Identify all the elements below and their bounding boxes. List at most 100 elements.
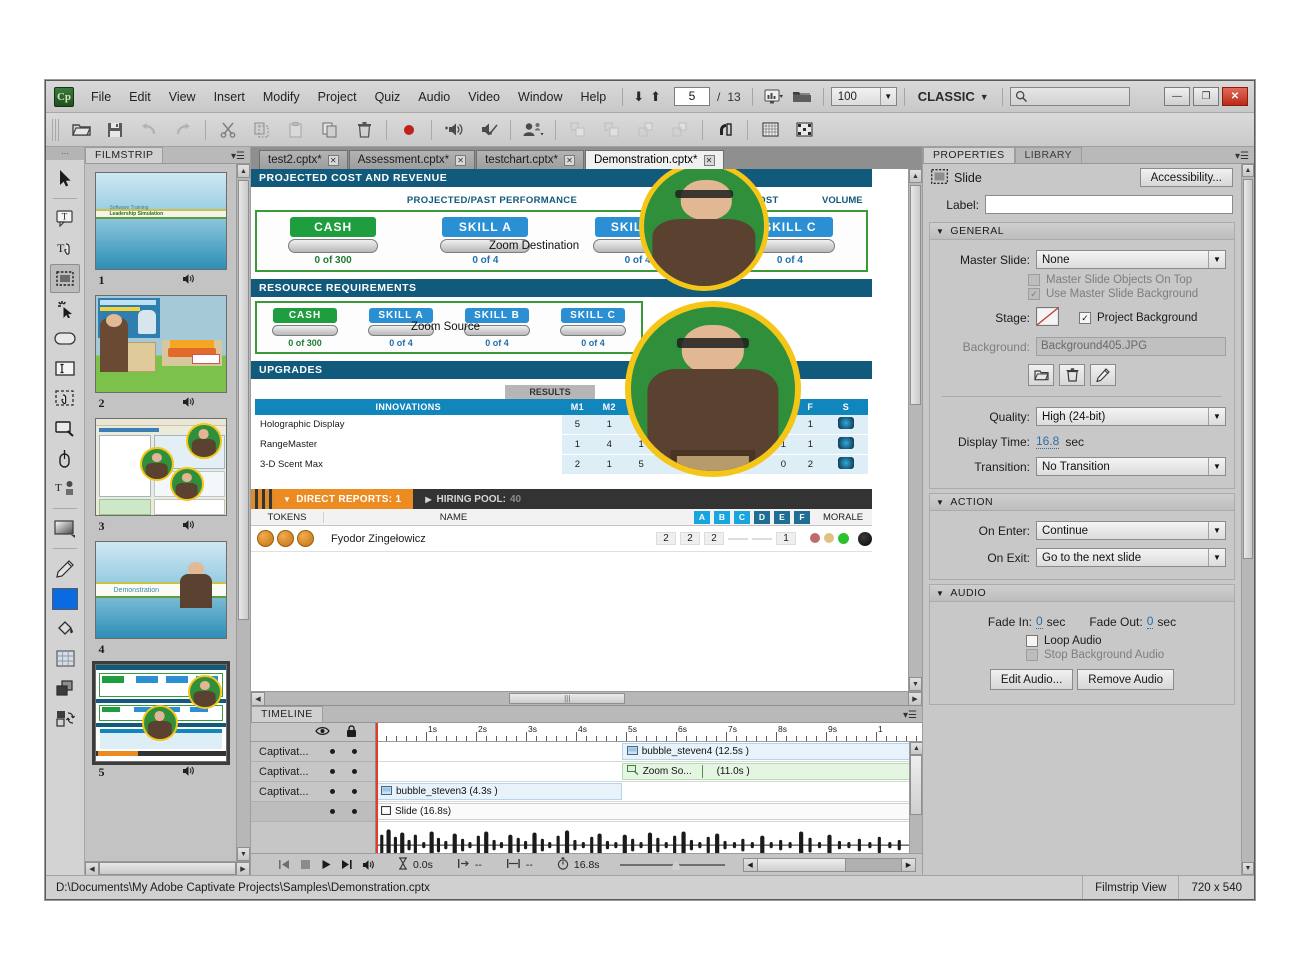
fill-color-swatch[interactable]: [50, 584, 80, 613]
mouse-tool[interactable]: [50, 444, 80, 473]
timeline-zoom-slider[interactable]: [619, 858, 725, 870]
req-cash[interactable]: CASH 0 of 300: [257, 303, 353, 352]
audio-mute-icon[interactable]: [471, 117, 505, 143]
record-icon[interactable]: [392, 117, 426, 143]
close-icon[interactable]: ✕: [327, 154, 339, 166]
swap-tool[interactable]: [50, 704, 80, 733]
timeline-panel-menu-icon[interactable]: ▾☰: [903, 710, 922, 722]
menu-file[interactable]: File: [82, 86, 120, 108]
undo-icon[interactable]: [132, 117, 166, 143]
visibility-toggle[interactable]: [329, 789, 335, 794]
text-entry-box-tool[interactable]: [50, 354, 80, 383]
tab-hiring-pool[interactable]: ▶ HIRING POOL: 40: [413, 489, 533, 509]
stage-horizontal-scrollbar[interactable]: ◀ ||| ▶: [251, 691, 922, 706]
timeline-track-label[interactable]: Captivat...: [251, 762, 375, 782]
duplicate-icon[interactable]: [313, 117, 347, 143]
stage-vertical-scrollbar[interactable]: ▲ ▼: [908, 169, 922, 691]
edit-audio-button[interactable]: Edit Audio...: [989, 669, 1074, 690]
accessibility-button[interactable]: Accessibility...: [1139, 168, 1233, 187]
smart-shape-tool[interactable]: T: [50, 474, 80, 503]
align-top-icon[interactable]: [663, 117, 697, 143]
timeline-track-label-slide[interactable]: [251, 802, 375, 822]
filmstrip-scroll-track[interactable]: [237, 178, 250, 847]
next-slide-arrow-icon[interactable]: ⬇: [630, 89, 647, 105]
visibility-toggle[interactable]: [329, 769, 335, 774]
scroll-thumb[interactable]: |||: [509, 693, 626, 704]
align-right-icon[interactable]: [629, 117, 663, 143]
req-skill-c[interactable]: SKILL C 0 of 4: [545, 303, 641, 352]
menu-modify[interactable]: Modify: [254, 86, 309, 108]
playhead[interactable]: [376, 723, 378, 853]
close-icon[interactable]: ✕: [455, 154, 467, 166]
use-master-bg-checkbox[interactable]: ✓: [1028, 288, 1040, 300]
slide-thumbnail[interactable]: Software Training Leadership Simulation: [94, 172, 227, 270]
scroll-right-icon[interactable]: ▶: [901, 858, 915, 871]
slide-thumbnail[interactable]: [94, 295, 227, 393]
stage-viewport[interactable]: PROJECTED COST AND REVENUE PROJECTED/PAS…: [251, 169, 908, 691]
audio-toggle-button[interactable]: [360, 857, 376, 873]
character-bubble-main[interactable]: [625, 301, 801, 477]
loop-audio-checkbox[interactable]: [1026, 635, 1038, 647]
timeline-bar[interactable]: bubble_steven4 (12.5s ): [621, 743, 922, 760]
stage-color-swatch[interactable]: [1036, 307, 1059, 329]
zoom-level-select[interactable]: 100 ▼: [830, 87, 897, 106]
fade-out-value[interactable]: 0: [1146, 614, 1154, 629]
lock-toggle[interactable]: [351, 749, 357, 754]
transition-select[interactable]: No Transition ▼: [1036, 457, 1226, 476]
action-section-header[interactable]: ▼ ACTION: [930, 494, 1234, 511]
scroll-up-icon[interactable]: ▲: [237, 164, 250, 178]
remove-audio-button[interactable]: Remove Audio: [1077, 669, 1175, 690]
list-item[interactable]: Demonstration 4: [94, 541, 227, 657]
objects-on-top-checkbox[interactable]: [1028, 274, 1040, 286]
play-button[interactable]: [318, 857, 334, 873]
on-exit-select[interactable]: Go to the next slide ▼: [1036, 548, 1226, 567]
menu-edit[interactable]: Edit: [120, 86, 160, 108]
prev-slide-arrow-icon[interactable]: ⬆: [647, 89, 664, 105]
master-slide-select[interactable]: None ▼: [1036, 250, 1226, 269]
browse-background-button[interactable]: [1028, 364, 1054, 386]
timeline-row[interactable]: bubble_steven4 (12.5s ): [376, 742, 922, 762]
lock-toggle[interactable]: [351, 789, 357, 794]
stop-button[interactable]: [297, 857, 313, 873]
scroll-down-icon[interactable]: ▼: [909, 677, 922, 691]
scroll-up-icon[interactable]: ▲: [910, 742, 922, 755]
toolbar-collapse-handle[interactable]: ⋯: [46, 147, 84, 160]
publish-button[interactable]: [788, 86, 816, 108]
table-tool[interactable]: [50, 644, 80, 673]
slider-knob[interactable]: [669, 858, 682, 870]
zoom-source-highlight-box[interactable]: CASH 0 of 300 SKILL A 0 of 4 SKILL B 0 o…: [255, 301, 643, 354]
scroll-right-icon[interactable]: ▶: [236, 862, 250, 876]
paste-icon[interactable]: [279, 117, 313, 143]
document-tab[interactable]: test2.cptx* ✕: [259, 150, 348, 169]
lock-toggle[interactable]: [351, 809, 357, 814]
arrange-tool[interactable]: [50, 674, 80, 703]
scroll-down-icon[interactable]: ▼: [237, 847, 250, 861]
timeline-row-slide[interactable]: Slide (16.8s): [376, 802, 922, 822]
display-time-value[interactable]: 16.8: [1036, 434, 1060, 449]
visibility-toggle[interactable]: [329, 749, 335, 754]
on-enter-select[interactable]: Continue ▼: [1036, 521, 1226, 540]
menu-video[interactable]: Video: [459, 86, 509, 108]
edit-background-button[interactable]: [1090, 364, 1116, 386]
document-tab[interactable]: Assessment.cptx* ✕: [348, 150, 476, 169]
menu-quiz[interactable]: Quiz: [366, 86, 410, 108]
scroll-down-icon[interactable]: ▼: [1242, 862, 1254, 875]
close-button[interactable]: ✕: [1222, 87, 1248, 106]
label-input[interactable]: [985, 195, 1233, 214]
document-tab-active[interactable]: Demonstration.cptx* ✕: [584, 150, 724, 169]
fade-in-value[interactable]: 0: [1035, 614, 1043, 629]
tab-library[interactable]: LIBRARY: [1014, 147, 1083, 163]
timeline-bar-slide[interactable]: Slide (16.8s): [376, 803, 922, 820]
general-section-header[interactable]: ▼ GENERAL: [930, 223, 1234, 240]
tab-direct-reports[interactable]: ▼ DIRECT REPORTS: 1: [275, 489, 414, 509]
slide-number-input[interactable]: 5: [674, 87, 711, 106]
timeline-tracks[interactable]: 1s 2s 3s 4s 5s 6s 7s 8s 9s 1 bubble_steven4 (12.5…: [376, 723, 922, 853]
document-tab[interactable]: testchart.cptx* ✕: [476, 150, 584, 169]
list-item[interactable]: Software Training Leadership Simulation …: [94, 172, 227, 288]
trash-icon[interactable]: [347, 117, 381, 143]
search-input[interactable]: [1009, 87, 1130, 106]
audio-waveform-row[interactable]: [376, 822, 922, 853]
close-icon[interactable]: ✕: [563, 154, 575, 166]
minimize-button[interactable]: —: [1164, 87, 1190, 106]
snap-to-grid-icon[interactable]: [787, 117, 821, 143]
